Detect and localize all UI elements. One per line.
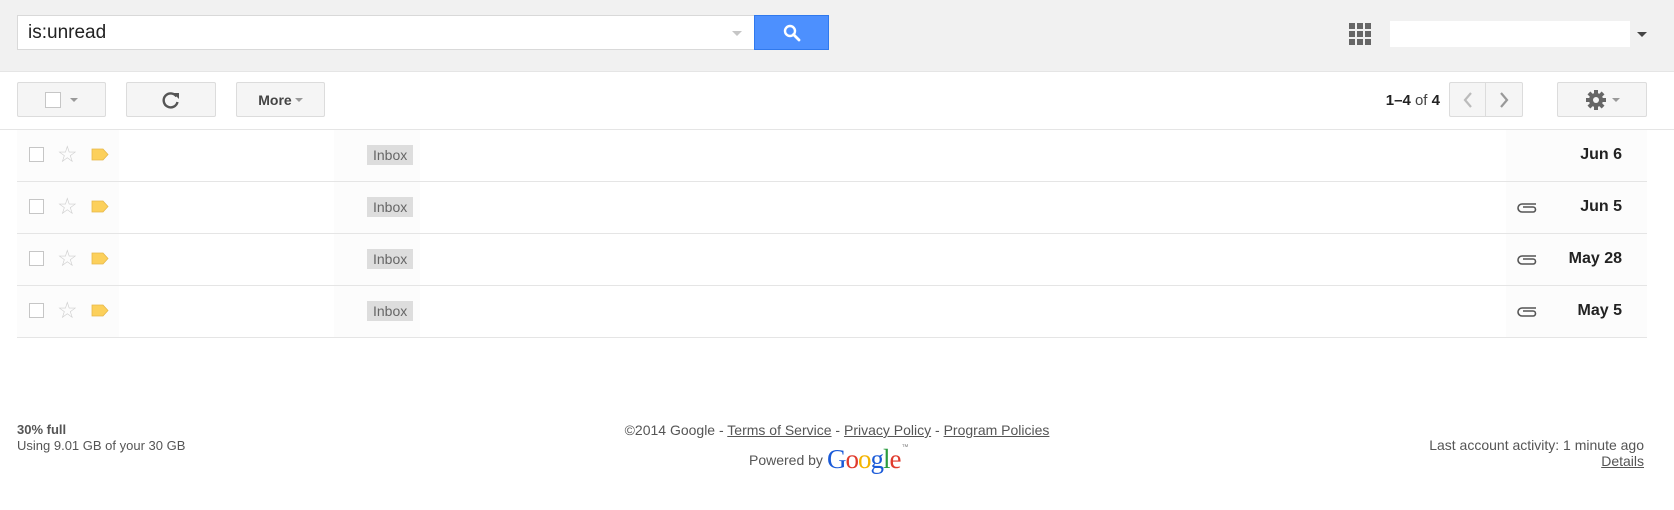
pager-range: 1–4 <box>1385 92 1411 109</box>
header <box>0 0 1674 72</box>
more-label: More <box>258 91 292 108</box>
message-row[interactable]: ☆ Inbox Jun 5 <box>17 182 1647 234</box>
paperclip-icon <box>1517 203 1537 213</box>
storage-detail: Using 9.01 GB of your 30 GB <box>17 438 186 453</box>
inbox-label[interactable]: Inbox <box>367 249 414 269</box>
importance-marker-icon[interactable] <box>91 200 109 213</box>
more-button[interactable]: More <box>236 82 325 117</box>
pager-total: 4 <box>1431 92 1440 109</box>
date-cell <box>1506 130 1647 181</box>
newer-button[interactable] <box>1449 82 1486 117</box>
star-icon[interactable]: ☆ <box>57 194 78 218</box>
importance-marker-icon[interactable] <box>91 252 109 265</box>
chevron-left-icon <box>1463 91 1472 108</box>
message-row[interactable]: ☆ Inbox Jun 6 <box>17 130 1647 182</box>
row-checkbox[interactable] <box>29 199 44 214</box>
inbox-label[interactable]: Inbox <box>367 197 414 217</box>
paperclip-icon <box>1517 307 1537 317</box>
search-button[interactable] <box>754 15 829 50</box>
row-checkbox[interactable] <box>29 303 44 318</box>
message-date: May 5 <box>1577 302 1622 319</box>
chevron-down-icon[interactable] <box>1637 32 1647 37</box>
privacy-link[interactable]: Privacy Policy <box>844 422 931 438</box>
star-icon[interactable]: ☆ <box>57 246 78 270</box>
message-date: May 28 <box>1568 250 1622 267</box>
logo-letter: G <box>826 444 846 474</box>
refresh-icon <box>162 91 179 109</box>
message-date: Jun 5 <box>1580 198 1622 215</box>
row-checkbox[interactable] <box>29 251 44 266</box>
toolbar: More 1–4 of 4 <box>0 72 1674 130</box>
search-icon <box>783 24 800 41</box>
star-icon[interactable]: ☆ <box>57 298 78 322</box>
program-policies-link[interactable]: Program Policies <box>944 422 1050 438</box>
refresh-button[interactable] <box>126 82 216 117</box>
footer-links: ©2014 Google - Terms of Service - Privac… <box>0 422 1674 438</box>
logo-letter: g <box>870 444 883 474</box>
inbox-label[interactable]: Inbox <box>367 301 414 321</box>
search-box <box>17 15 754 50</box>
caret-down-icon <box>70 97 78 102</box>
search-options-dropdown-icon[interactable] <box>732 31 742 36</box>
logo-letter: o <box>857 444 871 474</box>
message-date: Jun 6 <box>1580 146 1622 163</box>
star-icon[interactable]: ☆ <box>57 142 78 166</box>
settings-button[interactable] <box>1557 82 1647 117</box>
logo-letter: o <box>845 444 858 474</box>
powered-by-label: Powered by <box>749 451 823 468</box>
caret-down-icon <box>294 97 303 102</box>
checkbox-icon <box>45 91 61 108</box>
search-input[interactable] <box>28 16 708 49</box>
gear-icon <box>1585 89 1606 110</box>
copyright: ©2014 Google - <box>624 422 724 438</box>
importance-marker-icon[interactable] <box>91 304 109 317</box>
account-name[interactable] <box>1390 21 1630 47</box>
details-link[interactable]: Details <box>1601 453 1644 469</box>
last-activity: Last account activity: 1 minute ago <box>1429 437 1644 453</box>
message-list: ☆ Inbox Jun 6 ☆ Inbox Jun 5 ☆ Inbox May 28 ☆ Inbox… <box>17 130 1647 338</box>
caret-down-icon <box>1611 97 1620 102</box>
logo-letter: e <box>889 444 901 474</box>
pagination-nav <box>1449 82 1524 117</box>
trademark: ™ <box>901 444 909 451</box>
account-activity: Last account activity: 1 minute ago Deta… <box>1429 437 1644 469</box>
message-row[interactable]: ☆ Inbox May 5 <box>17 286 1647 338</box>
message-row[interactable]: ☆ Inbox May 28 <box>17 234 1647 286</box>
importance-marker-icon[interactable] <box>91 148 109 161</box>
inbox-label[interactable]: Inbox <box>367 145 414 165</box>
older-button[interactable] <box>1486 82 1523 117</box>
chevron-right-icon <box>1500 91 1509 108</box>
apps-grid-icon[interactable] <box>1349 23 1371 45</box>
pager-of: of <box>1414 92 1428 109</box>
separator: - <box>935 422 940 438</box>
terms-link[interactable]: Terms of Service <box>727 422 831 438</box>
select-button[interactable] <box>17 82 106 117</box>
row-checkbox[interactable] <box>29 147 44 162</box>
google-logo: Google™ <box>827 444 909 475</box>
paperclip-icon <box>1517 255 1537 265</box>
powered-by: Powered by Google™ <box>749 444 908 475</box>
pagination-count: 1–4 of 4 <box>1386 92 1440 109</box>
separator: - <box>835 422 841 438</box>
